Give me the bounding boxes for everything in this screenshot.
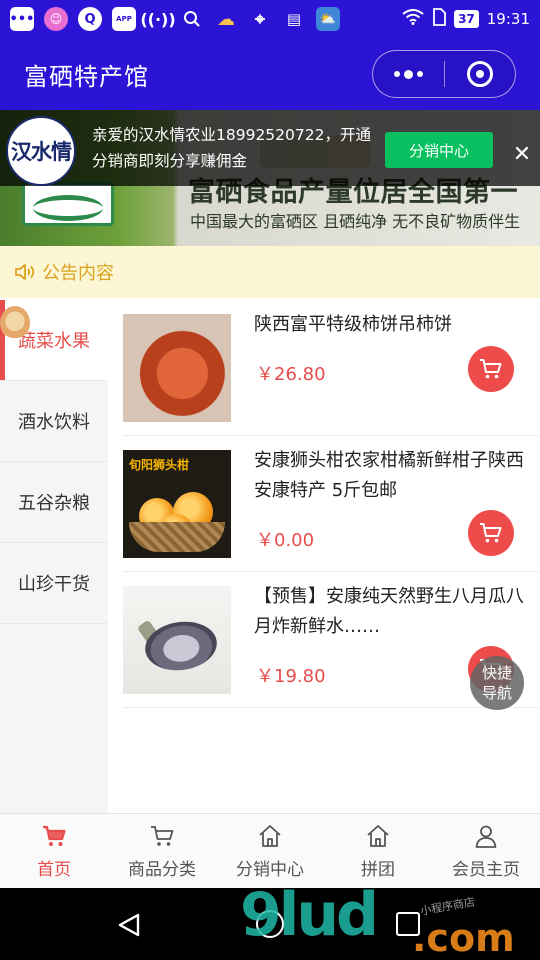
- back-icon[interactable]: [116, 912, 142, 938]
- product-list: 陕西富平特级柿饼吊柿饼 ￥26.80 旬阳狮头柑 安康狮头柑农家柑橘新鲜柑子陕西…: [123, 300, 540, 708]
- app-badge: APP: [116, 15, 132, 23]
- home-icon: [259, 824, 281, 847]
- search-icon: [180, 7, 204, 31]
- cart-icon: [151, 825, 174, 846]
- cart-icon: [43, 825, 66, 846]
- category-dried-goods[interactable]: 山珍干货: [0, 543, 108, 624]
- product-image-label: 旬阳狮头柑: [129, 458, 190, 472]
- category-sidebar: 蔬菜水果 酒水饮料 五谷杂粮 山珍干货: [0, 300, 108, 813]
- product-price: ￥19.80: [256, 666, 326, 687]
- tab-label: 商品分类: [128, 859, 196, 880]
- product-title: 【预售】安康纯天然野生八月瓜八月炸新鲜水……: [254, 586, 524, 637]
- q-icon: Q: [78, 7, 102, 31]
- close-icon[interactable]: ✕: [508, 140, 536, 168]
- distribution-center-button[interactable]: 分销中心: [385, 132, 493, 168]
- product-item[interactable]: 陕西富平特级柿饼吊柿饼 ￥26.80: [123, 300, 540, 436]
- miniprogram-capsule: [372, 50, 516, 98]
- battery-icon: 37: [454, 10, 479, 28]
- category-label: 酒水饮料: [18, 412, 90, 433]
- cart-icon: [480, 523, 502, 543]
- product-image[interactable]: [123, 314, 231, 422]
- weather-app-icon: ⛅: [316, 7, 340, 31]
- status-bar: ••• ☺ Q APP ((·)) ☁ ⌖ ▤ ⛅ 37 19:31: [0, 0, 540, 38]
- watermark-domain: .com: [412, 916, 515, 960]
- banner-logo: [22, 182, 114, 226]
- brand-logo: 汉水情: [6, 116, 76, 186]
- more-button[interactable]: [373, 51, 444, 97]
- watermark-logo: 9lud: [240, 880, 379, 950]
- product-price: ￥0.00: [256, 530, 315, 551]
- mascot-icon: [0, 306, 30, 340]
- add-to-cart-button[interactable]: [468, 510, 514, 556]
- tab-categories[interactable]: 商品分类: [108, 814, 216, 888]
- message-icon: •••: [10, 7, 34, 31]
- sim-icon: [432, 8, 446, 30]
- tab-home[interactable]: 首页: [0, 814, 108, 888]
- tab-distribution[interactable]: 分销中心: [216, 814, 324, 888]
- tab-group-buy[interactable]: 拼团: [324, 814, 432, 888]
- product-item[interactable]: 旬阳狮头柑 安康狮头柑农家柑橘新鲜柑子陕西安康特产 5斤包邮 ￥0.00: [123, 436, 540, 572]
- status-icons-right: 37 19:31: [402, 8, 530, 30]
- notice-text: 亲爱的汉水情农业18992520722，开通分销商即刻分享赚佣金: [92, 126, 371, 170]
- status-icons-left: ••• ☺ Q APP ((·)) ☁ ⌖ ▤ ⛅: [10, 7, 340, 31]
- category-label: 山珍干货: [18, 574, 90, 595]
- category-grains[interactable]: 五谷杂粮: [0, 462, 108, 543]
- smile-icon: ☺: [44, 7, 68, 31]
- tab-label: 分销中心: [236, 859, 304, 880]
- category-label: 蔬菜水果: [18, 331, 90, 352]
- tab-label: 首页: [37, 859, 71, 880]
- quick-nav-label: 快捷 导航: [482, 663, 512, 703]
- announcement-bar[interactable]: 公告内容: [0, 246, 540, 298]
- tab-label: 拼团: [361, 859, 395, 880]
- target-icon: [466, 61, 493, 87]
- page-title: 富硒特产馆: [24, 62, 149, 91]
- app-store-icon: APP: [112, 7, 136, 31]
- product-title: 陕西富平特级柿饼吊柿饼: [254, 314, 452, 335]
- status-time: 19:31: [486, 10, 530, 28]
- weather-icon: ☁: [217, 8, 235, 30]
- hotspot-icon: ((·)): [140, 9, 176, 29]
- user-icon: [475, 825, 497, 848]
- cart-icon: [480, 359, 502, 379]
- category-drinks[interactable]: 酒水饮料: [0, 381, 108, 462]
- location-icon: ⌖: [254, 8, 266, 30]
- add-to-cart-button[interactable]: [468, 346, 514, 392]
- quick-nav-line: 导航: [481, 684, 512, 702]
- announcement-label: 公告内容: [42, 263, 114, 284]
- quick-nav-button[interactable]: 快捷 导航: [470, 656, 524, 710]
- wifi-icon: [402, 9, 424, 29]
- banner-subtitle: 中国最大的富硒区 且硒纯净 无不良矿物质伴生: [190, 212, 521, 231]
- nav-bar: 富硒特产馆: [0, 38, 540, 110]
- speaker-icon: [15, 264, 35, 280]
- tab-label: 会员主页: [452, 859, 520, 880]
- film-icon: ▤: [286, 10, 302, 28]
- category-label: 五谷杂粮: [18, 493, 90, 514]
- product-title: 安康狮头柑农家柑橘新鲜柑子陕西安康特产 5斤包邮: [254, 450, 524, 501]
- product-image[interactable]: 旬阳狮头柑: [123, 450, 231, 558]
- close-miniprogram-button[interactable]: [445, 51, 516, 97]
- home-icon: [367, 824, 389, 847]
- tab-bar: 首页 商品分类 分销中心 拼团 会员主页: [0, 813, 540, 888]
- product-price: ￥26.80: [256, 364, 326, 385]
- product-image[interactable]: [123, 586, 231, 694]
- quick-nav-line: 快捷: [481, 664, 512, 682]
- tab-member[interactable]: 会员主页: [432, 814, 540, 888]
- more-icon: [393, 69, 423, 79]
